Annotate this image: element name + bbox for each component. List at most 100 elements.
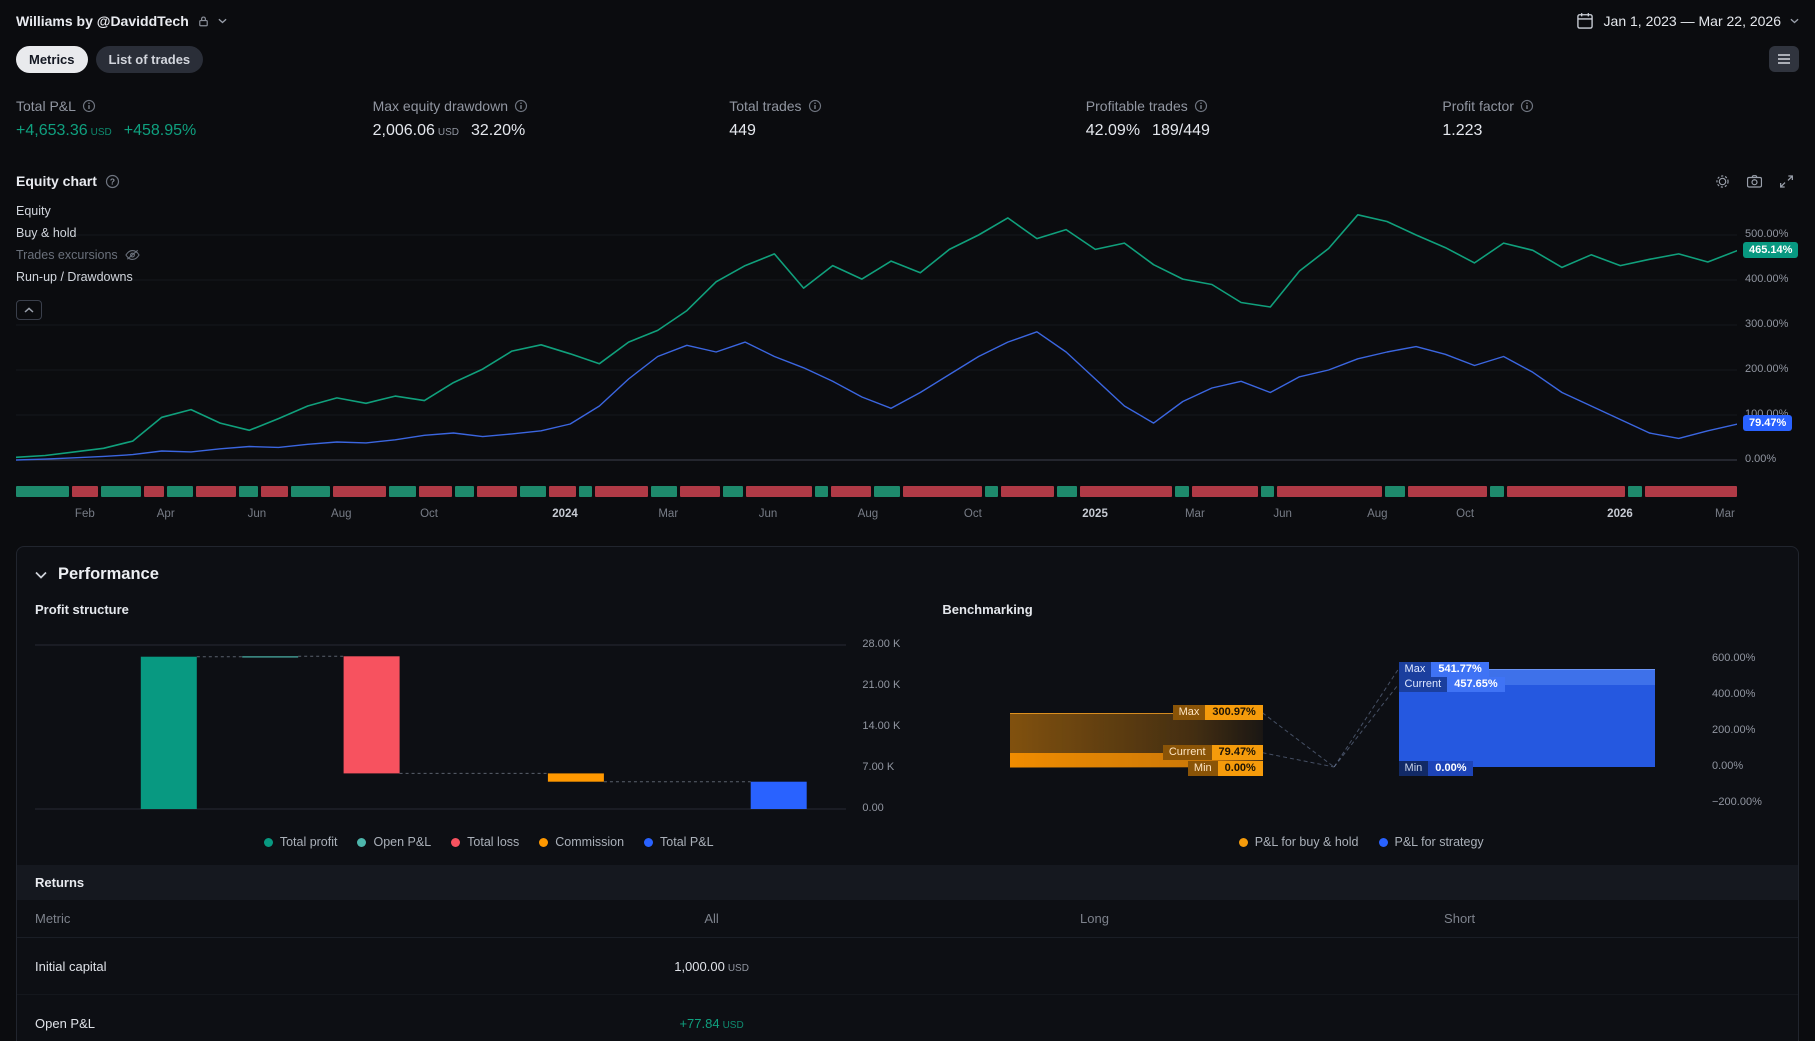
buy-hold-min-row: Min 0.00% (1187, 761, 1263, 776)
bar-total-profit (140, 656, 197, 809)
y-axis-label: 0.00% (1712, 760, 1744, 772)
stat-total-p-l: Total P&L +4,653.36 USD +458.95% (16, 98, 373, 140)
info-icon[interactable] (82, 99, 96, 113)
profit-structure-y-axis: 28.00 K 21.00 K 14.00 K 7.00 K 0.00 (854, 627, 942, 823)
help-icon[interactable]: ? (105, 174, 120, 189)
time-axis-label: Feb (74, 508, 95, 520)
excursion-segment (454, 486, 475, 497)
stat-value-number: 42.09% (1085, 122, 1141, 139)
y-axis-label: 21.00 K (862, 679, 901, 691)
table-row-initial-capital: Initial capital 1,000.00 USD (17, 938, 1798, 995)
excursion-segment (814, 486, 828, 497)
legend-dot (263, 837, 273, 847)
excursion-segment (1385, 486, 1406, 497)
time-axis-label: 2024 (552, 508, 578, 520)
stat-label-text: Profit factor (1442, 98, 1514, 114)
legend-item-label: Buy & hold (16, 226, 77, 240)
time-axis-label: Apr (156, 508, 175, 520)
chevron-down-icon (35, 571, 47, 579)
lock-icon (197, 15, 210, 28)
buy-hold-current-row: Current 79.47% (1162, 745, 1263, 761)
legend-label: Commission (555, 835, 625, 849)
stats-row: Total P&L +4,653.36 USD +458.95% Max equity … (0, 76, 1815, 140)
legend-item-label: Equity (16, 204, 51, 218)
performance-header[interactable]: Performance (17, 547, 1798, 594)
stat-value-extra: 32.20% (471, 122, 526, 139)
column-header-all: All (704, 911, 719, 926)
equity-time-axis: Feb Apr Jun Aug Oct 2024 Mar Jun Aug Oct 2025 Mar Ju… (16, 508, 1737, 524)
legend-item-run-up-drawdowns[interactable]: Run-up / Drawdowns (16, 270, 140, 284)
profit-structure-chart: Profit structure 28.00 K 21.00 K 14.00 K 7.… (35, 594, 942, 853)
y-axis-label: 0.00% (1745, 453, 1777, 465)
metric-cell: Open P&L (35, 1015, 95, 1031)
legend-entry-p-l-for-strategy[interactable]: P&L for strategy (1378, 835, 1484, 849)
strategy-title-menu[interactable]: Williams by @DaviddTech (16, 13, 227, 29)
returns-table-header: Metric All Long Short (17, 900, 1798, 938)
fullscreen-button[interactable] (1773, 168, 1799, 194)
bar-total-p-l (750, 781, 807, 809)
equity-chart-header: Equity chart ? (0, 140, 1815, 194)
excursion-segment (520, 486, 547, 497)
excursion-segment (1001, 486, 1055, 497)
legend-entry-open-p-l[interactable]: Open P&L (357, 835, 431, 849)
legend-entry-total-loss[interactable]: Total loss (451, 835, 519, 849)
tab-list-of-trades[interactable]: List of trades (95, 45, 204, 73)
collapse-chart-button[interactable] (16, 300, 42, 320)
chevron-down-icon (218, 18, 227, 24)
topbar: Williams by @DaviddTech Jan 1, 2023 — Ma… (0, 0, 1815, 42)
legend-label: P&L for strategy (1394, 835, 1484, 849)
info-icon[interactable] (808, 99, 822, 113)
time-axis-label: 2025 (1082, 508, 1108, 520)
info-icon[interactable] (1520, 99, 1534, 113)
value-number: 1,000.00 (674, 958, 725, 974)
performance-title: Performance (58, 565, 159, 583)
excursion-segment (238, 486, 259, 497)
benchmarking-connectors (1262, 669, 1399, 768)
time-axis-label: Oct (963, 508, 982, 520)
y-axis-label: 14.00 K (862, 720, 901, 732)
value-unit: USD (727, 962, 749, 974)
excursion-segment (745, 486, 812, 497)
strategy-current-row: Current 457.65% (1398, 677, 1505, 693)
dashed-connector (1334, 669, 1399, 768)
stat-label-text: Total trades (729, 98, 802, 114)
legend-label: Total profit (279, 835, 338, 849)
legend-entry-total-p-l[interactable]: Total P&L (644, 835, 714, 849)
legend-entry-commission[interactable]: Commission (539, 835, 624, 849)
column-header-short: Short (1444, 911, 1476, 926)
info-icon[interactable] (1194, 99, 1208, 113)
time-axis-label: Mar (658, 508, 679, 520)
legend-entry-total-profit[interactable]: Total profit (263, 835, 338, 849)
legend-item-equity[interactable]: Equity (16, 204, 140, 218)
info-icon[interactable] (514, 99, 528, 113)
excursion-segment (477, 486, 518, 497)
stat-value-unit: USD (437, 127, 459, 138)
time-axis-label: Aug (331, 508, 352, 520)
trade-excursions-strip (16, 486, 1738, 497)
excursion-segment (985, 486, 999, 497)
layout-menu-button[interactable] (1769, 46, 1799, 72)
stat-total-trades: Total trades 449 (729, 98, 1086, 140)
tab-metrics[interactable]: Metrics (16, 45, 88, 73)
legend-entry-p-l-for-buy-hold[interactable]: P&L for buy & hold (1238, 835, 1359, 849)
stat-label: Max equity drawdown (373, 98, 730, 114)
legend-label: Open P&L (373, 835, 432, 849)
stat-value-number: 2,006.06 (372, 122, 435, 139)
legend-dot (1378, 837, 1388, 847)
date-range-picker[interactable]: Jan 1, 2023 — Mar 22, 2026 (1575, 11, 1799, 31)
excursion-segment (722, 486, 743, 497)
snapshot-button[interactable] (1741, 168, 1767, 194)
legend-item-trades-excursions[interactable]: Trades excursions (16, 248, 140, 262)
equity-line (16, 214, 1737, 459)
excursion-segment (196, 486, 236, 497)
legend-item-buy-hold[interactable]: Buy & hold (16, 226, 140, 240)
excursion-segment (71, 486, 99, 497)
equity-chart-title: Equity chart (16, 173, 97, 189)
chart-settings-button[interactable] (1709, 168, 1735, 194)
time-axis-label: Mar (1715, 508, 1735, 520)
stat-value: 449 (729, 122, 756, 140)
excursion-segment (261, 486, 288, 497)
range-label: Current (1398, 677, 1448, 693)
time-axis-label: Jun (1273, 508, 1292, 520)
stat-values: 42.09% 189/449 (1086, 122, 1443, 140)
